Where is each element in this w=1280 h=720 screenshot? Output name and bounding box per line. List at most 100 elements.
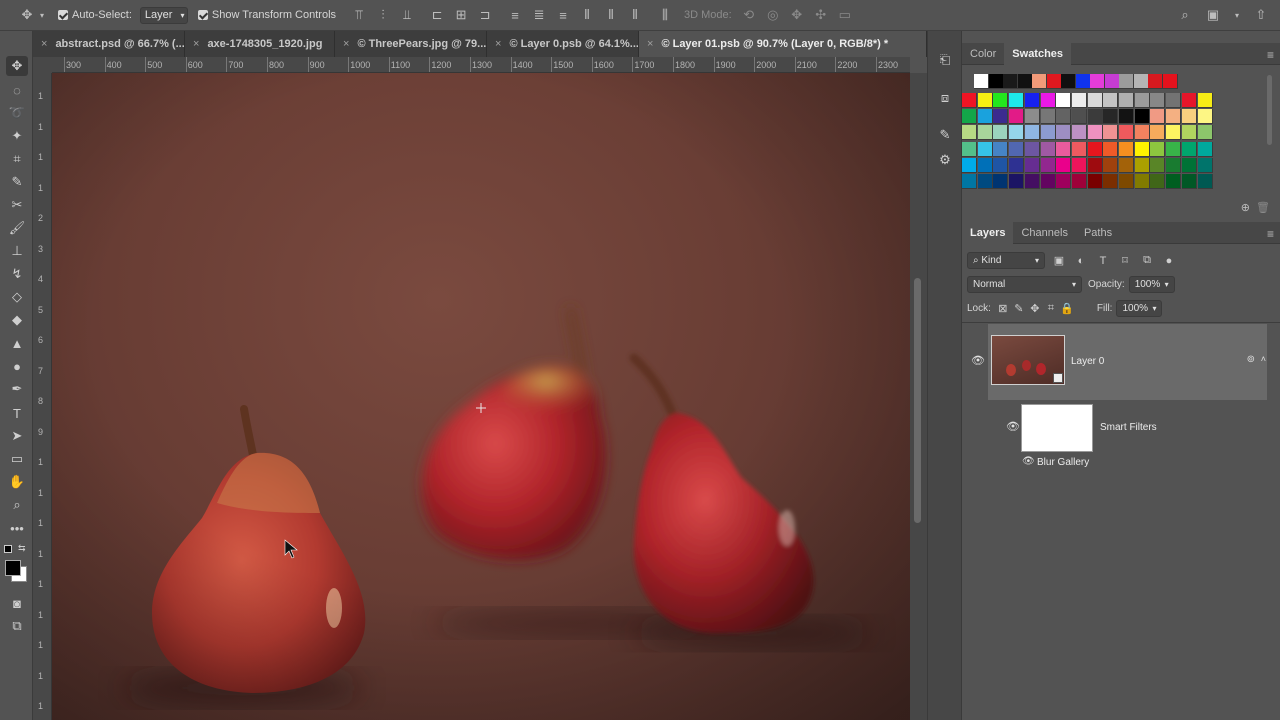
filter-toggle-icon[interactable]: ● [1161,253,1177,269]
swatch[interactable] [993,157,1009,173]
tab-layer01[interactable]: × © Layer 01.psb @ 90.7% (Layer 0, RGB/8*… [639,31,927,57]
swatch[interactable] [1009,157,1025,173]
ruler-top[interactable]: 300 400 500 600 700 800 900 1000 1100 1200 1300 140… [52,57,910,73]
swatch[interactable] [1166,157,1182,173]
close-icon[interactable]: × [495,38,501,50]
delete-swatch-icon[interactable]: 🗑 [1256,201,1270,214]
swatch[interactable] [977,174,993,189]
ruler-corner[interactable] [33,57,52,73]
swatch[interactable] [1134,93,1150,108]
swatch[interactable] [1075,74,1091,89]
tab-channels[interactable]: Channels [1013,222,1075,244]
swatch[interactable] [962,93,977,108]
swatch[interactable] [1024,125,1040,141]
path-select-icon[interactable]: ➤ [6,426,28,446]
paint-bucket-icon[interactable]: ◆ [6,310,28,330]
swatch[interactable] [1181,174,1197,189]
swatch[interactable] [1150,93,1166,108]
swatch[interactable] [1119,74,1134,89]
crop-tool-icon[interactable]: ⌗ [6,149,28,169]
lock-pixels-icon[interactable]: ✎ [1011,301,1027,317]
swatch[interactable] [1024,141,1040,157]
swatch[interactable] [1071,141,1087,157]
foreground-color-swatch[interactable] [5,560,21,576]
swatch[interactable] [1162,74,1178,89]
swatch[interactable] [1040,93,1056,108]
swatch[interactable] [962,109,977,125]
auto-align-icon[interactable]: ⫼ [656,6,674,24]
collapse-arrow-icon[interactable]: ˄ [1261,354,1266,364]
swatch[interactable] [993,174,1009,189]
swatch[interactable] [993,125,1009,141]
distribute-left-icon[interactable]: ⦀ [578,6,596,24]
swatch[interactable] [1119,141,1134,157]
slide-3d-icon[interactable]: ✣ [812,6,830,24]
align-left-icon[interactable]: ⊏ [428,6,446,24]
swatch[interactable] [1103,157,1119,173]
type-tool-icon[interactable]: T [6,403,28,423]
swatch[interactable] [1103,125,1119,141]
swatch[interactable] [977,109,993,125]
swatch[interactable] [1087,125,1103,141]
close-icon[interactable]: × [41,38,47,50]
drag-3d-icon[interactable]: ✥ [788,6,806,24]
chevron-down-icon[interactable]: ▾ [1232,6,1242,24]
swatch[interactable] [1166,141,1182,157]
show-transform-checkbox[interactable]: Show Transform Controls [197,9,336,21]
history-panel-icon[interactable]: ⎗ [936,51,954,69]
tab-layer0[interactable]: × © Layer 0.psb @ 64.1%... [487,31,639,57]
swatch[interactable] [1181,109,1197,125]
swatch[interactable] [1056,125,1072,141]
swatch[interactable] [1071,125,1087,141]
fill-field[interactable]: 100% ▾ [1116,300,1163,317]
swatch[interactable] [1040,109,1056,125]
distribute-top-icon[interactable]: ≡ [506,6,524,24]
swatch[interactable] [1040,125,1056,141]
scale-3d-icon[interactable]: ▭ [836,6,854,24]
swatch[interactable] [1087,157,1103,173]
swatch[interactable] [1150,174,1166,189]
swatch[interactable] [1056,174,1072,189]
chevron-down-icon[interactable]: ▾ [36,6,48,24]
eyedropper-icon[interactable]: ✎ [6,172,28,192]
swatch[interactable] [1046,74,1062,89]
history-brush-icon[interactable]: ↯ [6,264,28,284]
distribute-vcenter-icon[interactable]: ≣ [530,6,548,24]
rectangle-tool-icon[interactable]: ▭ [6,449,28,469]
hand-tool-icon[interactable]: ✋ [6,472,28,492]
quick-mask-icon[interactable]: ◙ [6,593,28,613]
swatch[interactable] [1197,141,1213,157]
swatch[interactable] [1133,74,1149,89]
swatch[interactable] [1181,125,1197,141]
eye-icon[interactable]: 👁 [1022,456,1035,467]
swatch[interactable] [1181,141,1197,157]
search-icon[interactable]: ⌕ [1176,6,1194,24]
swatch-scrollbar[interactable] [1267,75,1272,145]
zoom-tool-icon[interactable]: ⌕ [6,495,28,515]
swap-colors-icon[interactable]: ⇆ [18,543,26,554]
swatch[interactable] [977,141,993,157]
swatch[interactable] [1134,157,1150,173]
workspace-icon[interactable]: ▣ [1204,6,1222,24]
auto-select-dropdown[interactable]: Layer ▾ [139,6,188,24]
swatch[interactable] [1024,93,1040,108]
swatch[interactable] [1103,174,1119,189]
checkbox-icon[interactable] [58,10,68,20]
filter-mask-thumbnail[interactable] [1021,404,1093,452]
swatch[interactable] [1166,174,1182,189]
swatch[interactable] [1181,93,1197,108]
swatch[interactable] [1090,74,1105,89]
align-vcenter-icon[interactable]: ⫶ [374,6,392,24]
swatch[interactable] [1040,157,1056,173]
document-canvas[interactable] [52,73,910,720]
swatch[interactable] [1134,109,1150,125]
swatch[interactable] [1103,109,1119,125]
tab-abstract[interactable]: × abstract.psd @ 66.7% (... [33,31,185,57]
share-icon[interactable]: ⇧ [1252,6,1270,24]
swatch[interactable] [1003,74,1018,89]
swatch[interactable] [1071,109,1087,125]
swatch[interactable] [1056,141,1072,157]
swatch[interactable] [1009,141,1025,157]
swatch[interactable] [1087,109,1103,125]
swatch[interactable] [1040,141,1056,157]
